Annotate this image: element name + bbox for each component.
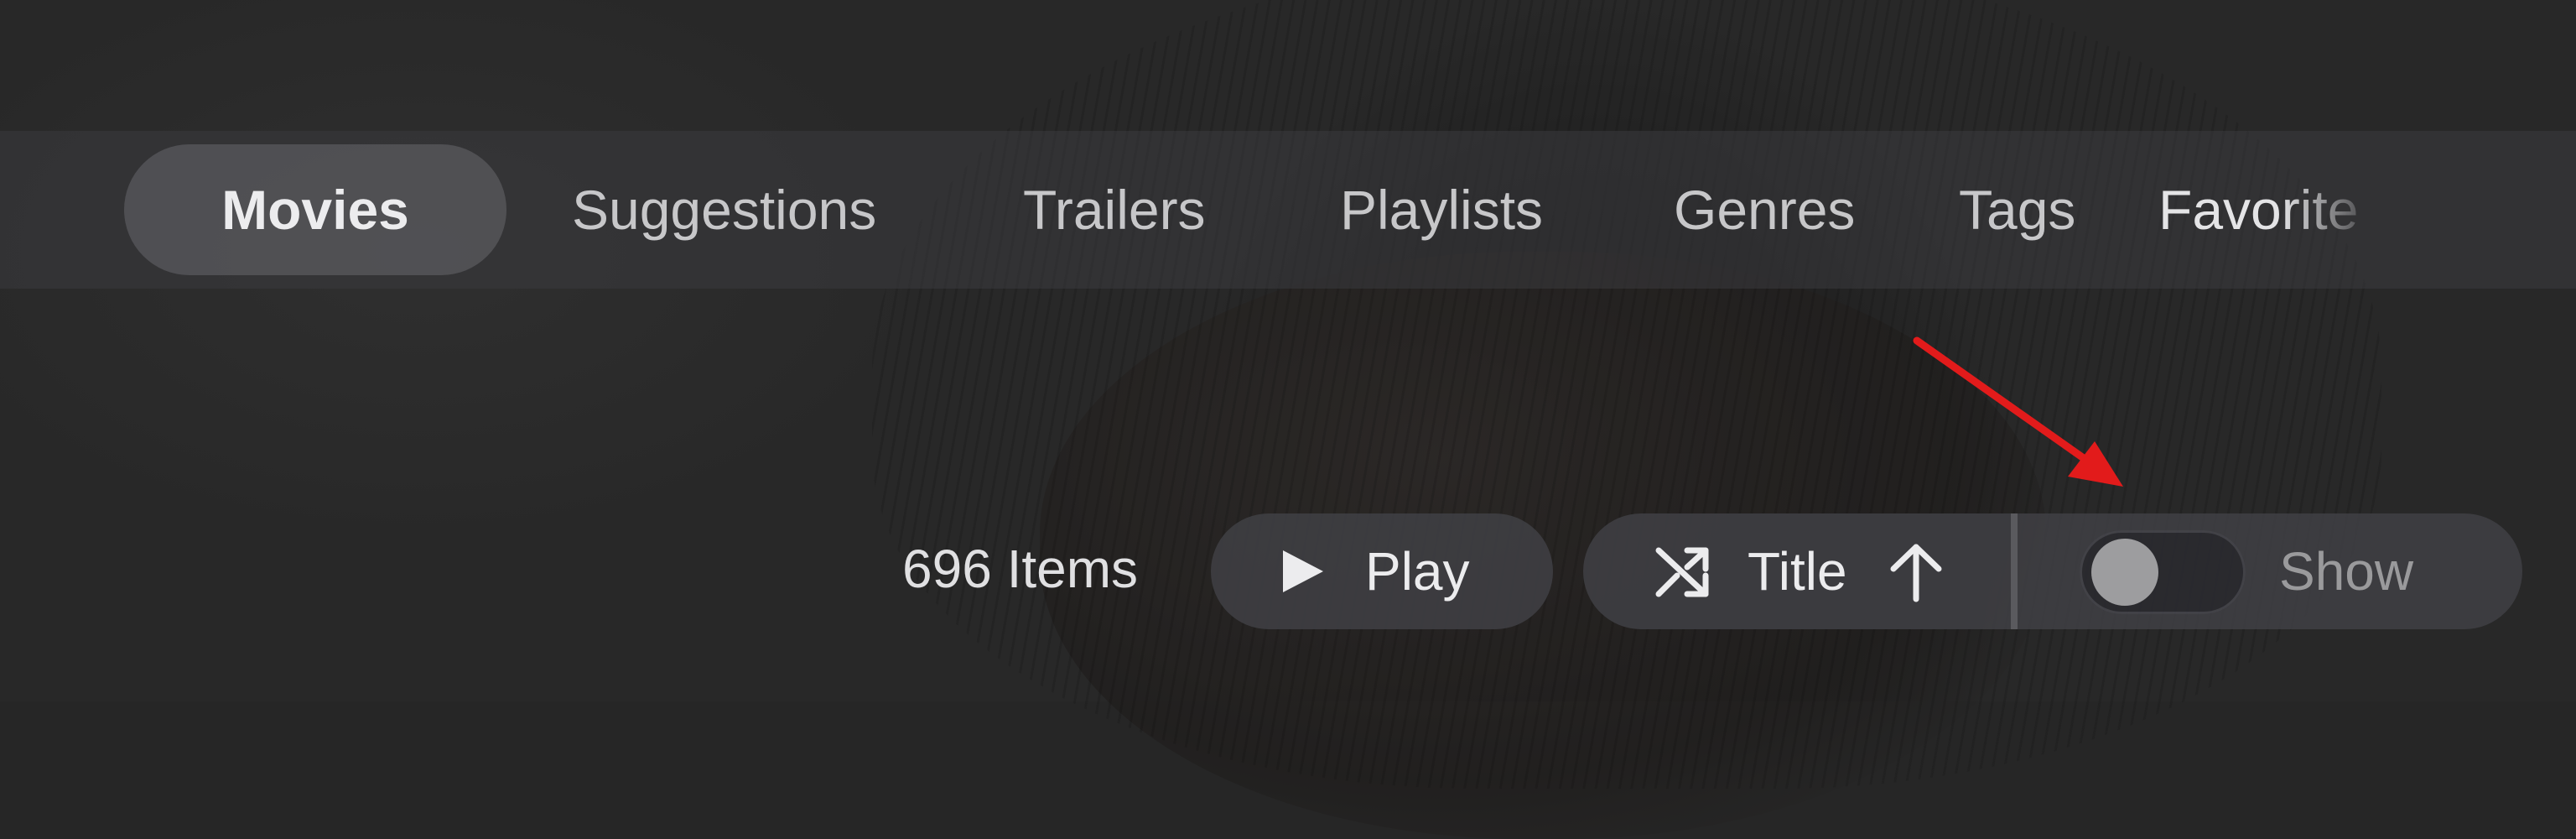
tab-label: Trailers xyxy=(1023,179,1206,241)
sort-and-filter-group: Title Show xyxy=(1583,513,2522,629)
tab-label: Favorite xyxy=(2158,179,2359,241)
tab-label: Tags xyxy=(1959,179,2076,241)
tab-playlists[interactable]: Playlists xyxy=(1340,131,1543,289)
items-count: 696 Items xyxy=(902,539,1139,599)
tab-label: Genres xyxy=(1674,179,1856,241)
tab-tags[interactable]: Tags xyxy=(1959,131,2075,289)
sort-title-label[interactable]: Title xyxy=(1748,513,1847,629)
arrow-up-icon[interactable] xyxy=(1887,542,1945,602)
tab-suggestions[interactable]: Suggestions xyxy=(572,131,876,289)
toggle-knob xyxy=(2091,539,2158,606)
show-label: Show xyxy=(2279,541,2414,602)
group-divider xyxy=(2011,513,2018,629)
play-button[interactable]: Play xyxy=(1211,513,1553,629)
tab-favorites[interactable]: Favorite xyxy=(2158,131,2380,289)
play-icon xyxy=(1283,550,1323,592)
tab-label: Playlists xyxy=(1340,179,1544,241)
show-toggle[interactable] xyxy=(2080,530,2246,614)
tab-label: Suggestions xyxy=(572,179,877,241)
play-label: Play xyxy=(1365,541,1470,602)
tab-genres[interactable]: Genres xyxy=(1674,131,1855,289)
shuffle-icon[interactable] xyxy=(1654,542,1714,602)
library-nav-bar: Movies Suggestions Trailers Playlists Ge… xyxy=(0,131,2576,289)
background-hair-texture xyxy=(872,0,2381,789)
tab-movies[interactable]: Movies xyxy=(124,144,506,275)
tab-label: Movies xyxy=(221,179,409,241)
tab-trailers[interactable]: Trailers xyxy=(1023,131,1206,289)
red-annotation-arrow-icon xyxy=(1913,336,2123,487)
